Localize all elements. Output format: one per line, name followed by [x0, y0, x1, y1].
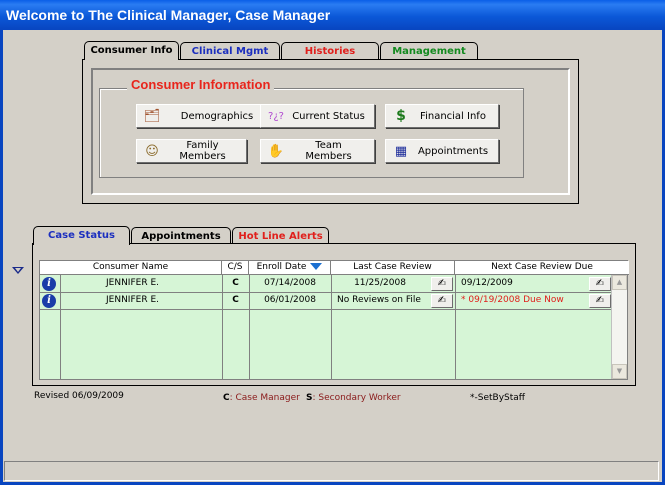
enroll-date: 06/01/2008	[264, 295, 316, 305]
tab-label: Hot Line Alerts	[238, 231, 323, 242]
edit-review-icon[interactable]: ✍	[431, 277, 453, 291]
tab-label: Case Status	[48, 230, 115, 241]
expand-arrow-icon[interactable]	[12, 267, 24, 274]
enroll-date: 07/14/2008	[264, 278, 316, 288]
table-row[interactable]: i JENNIFER E. C 06/01/2008 No Reviews on…	[40, 293, 612, 309]
column-header-consumer-name[interactable]: Consumer Name	[40, 261, 222, 275]
tab-label: Consumer Info	[90, 45, 173, 56]
family-members-button[interactable]: ☺ Family Members	[136, 139, 247, 163]
vertical-scrollbar[interactable]: ▲ ▼	[611, 275, 627, 379]
sort-down-icon	[310, 263, 323, 270]
person-card-icon: 🗂	[143, 108, 161, 124]
button-label: Family Members	[179, 140, 226, 162]
tab-consumer-info[interactable]: Consumer Info	[84, 41, 179, 60]
case-status-grid: Consumer Name C/S Enroll Date Last Case …	[39, 260, 629, 380]
status-bar	[4, 461, 659, 481]
column-header-next-case-review-due[interactable]: Next Case Review Due	[455, 261, 629, 275]
tab-management[interactable]: Management	[380, 42, 478, 60]
appointments-button[interactable]: ▦ Appointments	[385, 139, 499, 163]
cs-value: C	[232, 295, 239, 305]
scroll-down-icon[interactable]: ▼	[612, 364, 627, 379]
calendar-icon: ▦	[394, 143, 408, 159]
set-by-staff-note: *-SetByStaff	[470, 393, 525, 403]
header-label: Enroll Date	[256, 262, 307, 272]
button-label: Current Status	[292, 110, 365, 122]
button-label: Demographics	[180, 110, 254, 122]
family-icon: ☺	[145, 143, 159, 159]
consumer-name: JENNIFER E.	[106, 295, 159, 305]
scroll-up-icon[interactable]: ▲	[612, 275, 627, 290]
edit-review-icon[interactable]: ✍	[431, 294, 453, 308]
consumer-info-frame: Consumer Information 🗂 Demographics ?¿? …	[91, 68, 570, 195]
financial-info-button[interactable]: $ Financial Info	[385, 104, 499, 128]
info-icon[interactable]: i	[42, 277, 56, 291]
legend-secondary-worker: S: Secondary Worker	[306, 393, 401, 403]
demographics-button[interactable]: 🗂 Demographics	[136, 104, 276, 128]
group-title: Consumer Information	[127, 77, 275, 92]
button-label: Financial Info	[420, 110, 486, 122]
button-label: Team Members	[305, 140, 352, 162]
edit-review-icon[interactable]: ✍	[589, 294, 611, 308]
team-members-button[interactable]: ✋ Team Members	[260, 139, 375, 163]
button-label: Appointments	[417, 145, 489, 157]
legend-key: C	[223, 393, 230, 403]
dollar-icon: $	[396, 108, 406, 124]
tab-label: Management	[392, 46, 466, 57]
table-row[interactable]: i JENNIFER E. C 07/14/2008 11/25/2008 ✍ …	[40, 276, 612, 292]
legend-text: : Secondary Worker	[312, 393, 401, 403]
column-header-enroll-date[interactable]: Enroll Date	[249, 261, 331, 275]
revised-date: Revised 06/09/2009	[34, 391, 124, 401]
last-case-review: 11/25/2008	[354, 278, 406, 288]
handshake-icon: ✋	[267, 143, 285, 159]
legend-text: : Case Manager	[229, 393, 300, 403]
column-header-last-case-review[interactable]: Last Case Review	[331, 261, 455, 275]
case-status-panel: Consumer Name C/S Enroll Date Last Case …	[32, 243, 636, 386]
info-icon[interactable]: i	[42, 294, 56, 308]
current-status-button[interactable]: ?¿? Current Status	[260, 104, 375, 128]
next-case-review-due: 09/12/2009	[461, 278, 513, 288]
consumer-name: JENNIFER E.	[106, 278, 159, 288]
tab-histories[interactable]: Histories	[281, 42, 379, 60]
tab-case-status[interactable]: Case Status	[33, 226, 130, 245]
tab-label: Appointments	[141, 231, 221, 242]
row-divider	[40, 309, 612, 310]
edit-review-icon[interactable]: ✍	[589, 277, 611, 291]
cs-value: C	[232, 278, 239, 288]
window-title: Welcome to The Clinical Manager, Case Ma…	[0, 0, 665, 30]
next-case-review-due: * 09/19/2008 Due Now	[461, 295, 564, 305]
tab-clinical-mgmt[interactable]: Clinical Mgmt	[180, 42, 280, 60]
question-marks-icon: ?¿?	[268, 110, 284, 122]
column-header-cs[interactable]: C/S	[222, 261, 249, 275]
legend-case-manager: C: Case Manager	[223, 393, 300, 403]
tab-label: Histories	[304, 46, 356, 57]
consumer-information-group	[99, 88, 524, 178]
last-case-review: No Reviews on File	[337, 295, 421, 305]
tab-label: Clinical Mgmt	[191, 46, 269, 57]
consumer-info-panel: Consumer Information 🗂 Demographics ?¿? …	[82, 59, 579, 204]
